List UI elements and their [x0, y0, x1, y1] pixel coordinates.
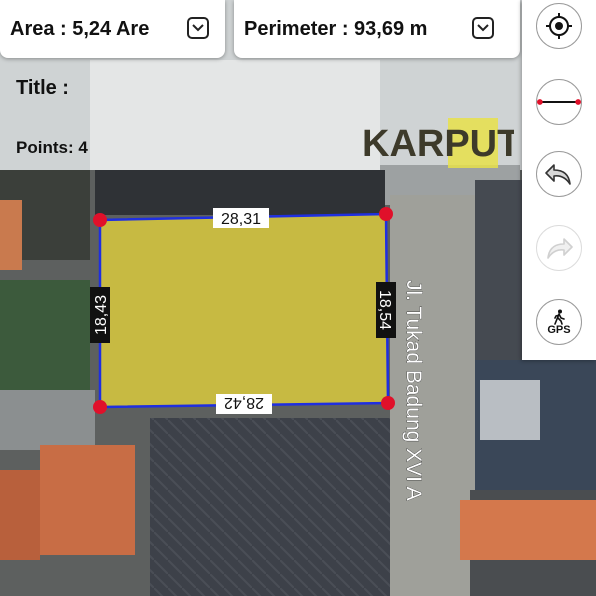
crosshair-locate-icon: [546, 13, 572, 39]
perimeter-card: Perimeter : 93,69 m: [234, 0, 520, 58]
street-name-label: Jl. Tukad Badung XVI A: [402, 280, 425, 501]
side-length-top: 28,31: [213, 208, 269, 228]
gps-label: GPS: [547, 323, 571, 336]
map-view[interactable]: 28,31 28,42 18,43 18,54 Jl. Tukad Badung…: [0, 0, 596, 596]
karput-logo: KARPUT: [362, 118, 514, 168]
map-roof-orange: [0, 470, 40, 560]
side-length-left: 18,43: [90, 287, 110, 343]
map-building: [150, 418, 390, 596]
svg-text:18,43: 18,43: [93, 295, 110, 335]
walking-person-icon: [554, 309, 565, 325]
map-roof-orange: [0, 200, 22, 270]
area-value: Area : 5,24 Are: [10, 17, 150, 40]
map-building: [475, 180, 522, 360]
plot-vertex[interactable]: [381, 396, 395, 410]
map-roof-orange: [460, 500, 596, 560]
map-toolbar: GPS: [522, 0, 596, 360]
gps-button[interactable]: GPS: [536, 299, 582, 345]
svg-text:28,42: 28,42: [224, 394, 264, 411]
chevron-down-icon: [477, 24, 489, 32]
plot-vertex[interactable]: [379, 207, 393, 221]
measure-line-icon: [537, 99, 581, 105]
map-roof-orange: [40, 445, 135, 555]
points-count: Points: 4: [16, 138, 88, 157]
plot-vertex[interactable]: [93, 400, 107, 414]
map-top-band-2: [90, 60, 380, 170]
chevron-down-icon: [192, 24, 204, 32]
plot-title-label[interactable]: Title :: [16, 77, 69, 100]
area-card: Area : 5,24 Are: [0, 0, 225, 58]
area-unit-dropdown[interactable]: [187, 17, 209, 39]
svg-text:KARPUT: KARPUT: [362, 123, 514, 165]
redo-button[interactable]: [536, 225, 582, 271]
side-length-bottom: 28,42: [216, 394, 272, 414]
measure-button[interactable]: [536, 79, 582, 125]
plot-area-fill: [100, 214, 388, 407]
svg-text:28,31: 28,31: [221, 211, 261, 228]
map-building: [0, 390, 95, 450]
svg-text:18,54: 18,54: [376, 290, 393, 330]
locate-button[interactable]: [536, 3, 582, 49]
plot-vertex[interactable]: [93, 213, 107, 227]
side-length-right: 18,54: [376, 282, 396, 338]
perimeter-unit-dropdown[interactable]: [472, 17, 494, 39]
map-tree: [0, 280, 90, 390]
perimeter-value: Perimeter : 93,69 m: [244, 17, 428, 40]
undo-arrow-icon: [545, 164, 571, 185]
undo-button[interactable]: [536, 151, 582, 197]
map-building: [480, 380, 540, 440]
redo-arrow-icon: [547, 238, 573, 259]
